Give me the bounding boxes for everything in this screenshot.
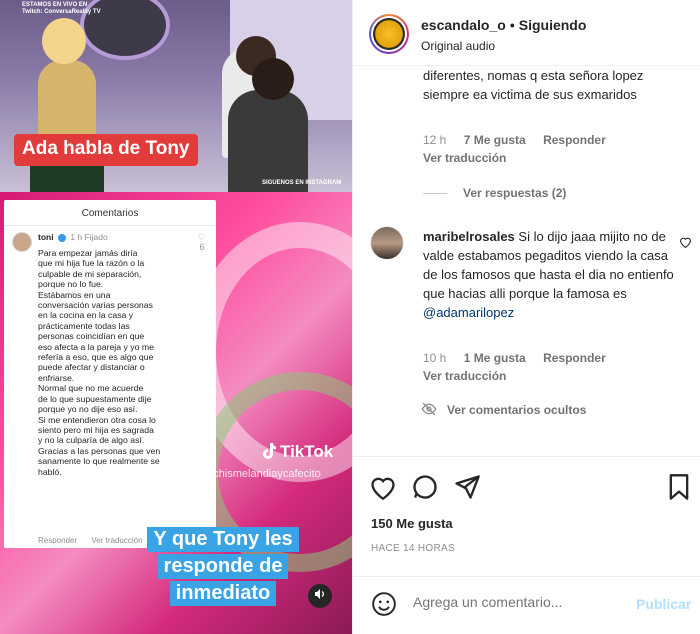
heart-icon[interactable]: [679, 236, 692, 251]
tiktok-watermark: TikTok: [262, 442, 333, 462]
heart-icon: ♡ 6: [197, 232, 206, 252]
comment-username[interactable]: maribelrosales: [423, 229, 515, 244]
verified-icon: [57, 233, 66, 242]
view-replies-label: Ver respuestas (2): [463, 186, 567, 200]
live-overlay-text: ESTAMOS EN VIVO EN Twitch: ConversaReali…: [22, 2, 101, 15]
instagram-overlay-text: SIGUENOS EN INSTAGRAM: [262, 180, 342, 186]
publish-button[interactable]: Publicar: [636, 596, 691, 612]
hidden-comments-label: Ver comentarios ocultos: [447, 403, 587, 417]
tiktok-comments-card: Comentarios toni 1 h Fijado ♡ 6 Para empe…: [4, 200, 216, 548]
caption-line: inmediato: [169, 581, 277, 606]
comment-time: 1 h: [70, 232, 83, 242]
comment-time: 12 h: [423, 133, 447, 147]
reply-button[interactable]: Responder: [543, 133, 606, 147]
heart-icon[interactable]: [369, 473, 397, 501]
avatar: [12, 232, 32, 252]
comment-composer: Publicar: [353, 576, 700, 634]
separator: •: [509, 17, 515, 33]
avatar[interactable]: [369, 14, 409, 54]
caption-line: Y que Tony les: [147, 527, 299, 552]
comment-text: diferentes, nomas q esta señora lopez si…: [423, 68, 644, 102]
post-header: escandalo_o • Siguiendo Original audio: [353, 0, 700, 66]
comment-input[interactable]: [413, 594, 623, 610]
tiktok-label: TikTok: [280, 442, 334, 461]
comment-like-count: 6: [199, 242, 205, 252]
audio-link[interactable]: Original audio: [421, 39, 495, 53]
like-count[interactable]: 150 Me gusta: [371, 516, 453, 531]
comment-text: Para empezar jamás diría que mi hija fue…: [38, 248, 161, 477]
username-link[interactable]: escandalo_o: [421, 17, 506, 33]
pinned-label: Fijado: [84, 232, 108, 242]
video-frame-top: ESTAMOS EN VIVO EN Twitch: ConversaReali…: [0, 0, 352, 192]
mention-link[interactable]: @adamarilopez: [423, 305, 514, 320]
reply-button[interactable]: Responder: [543, 351, 606, 365]
post-sidebar: escandalo_o • Siguiendo Original audio dif…: [352, 0, 700, 634]
view-replies-button[interactable]: Ver respuestas (2): [423, 186, 566, 200]
following-button[interactable]: Siguiendo: [519, 17, 587, 33]
post-time[interactable]: HACE 14 HORAS: [371, 543, 455, 554]
comment-time: 10 h: [423, 351, 447, 365]
translate-link[interactable]: Ver traducción: [423, 151, 506, 165]
comments-list[interactable]: diferentes, nomas q esta señora lopez si…: [353, 66, 700, 456]
caption-top: Ada habla de Tony: [14, 134, 198, 166]
comment-likes[interactable]: 7 Me gusta: [464, 133, 526, 147]
sound-toggle-button[interactable]: [308, 584, 332, 608]
comment-translate: Ver traducción: [91, 536, 143, 545]
emoji-icon[interactable]: [371, 591, 397, 617]
caption-bottom: Y que Tony les responde de inmediato: [140, 527, 306, 608]
video-frame-bottom: Comentarios toni 1 h Fijado ♡ 6 Para empe…: [0, 192, 352, 634]
comment-icon[interactable]: [411, 473, 439, 501]
tiktok-handle: @chismelandiaycafecito: [202, 468, 321, 480]
post-media[interactable]: ESTAMOS EN VIVO EN Twitch: ConversaReali…: [0, 0, 352, 634]
share-icon[interactable]: [453, 473, 481, 501]
pinned-comment: toni 1 h Fijado ♡ 6 Para empezar jamás di…: [4, 226, 216, 477]
caption-line: responde de: [157, 554, 289, 579]
speaker-icon: [315, 589, 324, 599]
comments-card-title: Comentarios: [4, 200, 216, 226]
comment-username: toni: [38, 232, 54, 242]
avatar[interactable]: [370, 226, 404, 260]
post-actions: 150 Me gusta HACE 14 HORAS: [353, 456, 700, 576]
comment-reply: Responder: [38, 536, 78, 545]
comment-likes[interactable]: 1 Me gusta: [464, 351, 526, 365]
bookmark-icon[interactable]: [665, 473, 693, 501]
translate-link[interactable]: Ver traducción: [423, 369, 506, 383]
tiktok-icon: [263, 443, 276, 459]
comment-text: maribelrosales Si lo dijo jaaa mijito no…: [423, 227, 685, 322]
eye-off-icon: [421, 402, 437, 416]
